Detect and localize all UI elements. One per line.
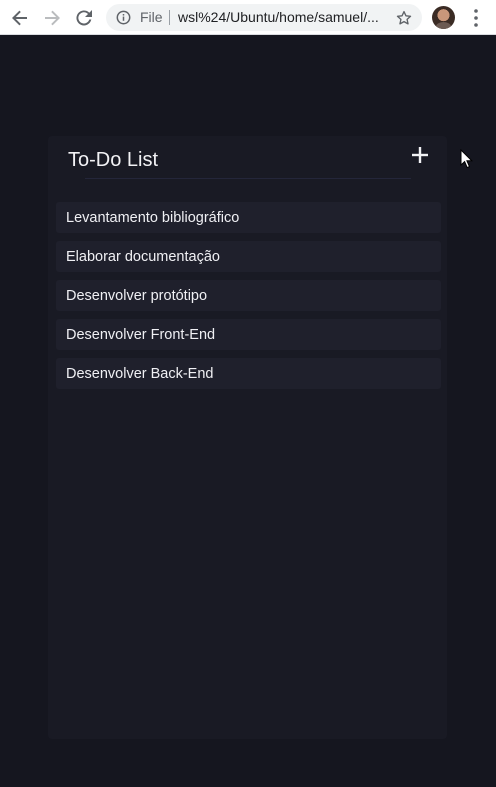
todo-panel: To-Do List Levantamento bibliográfico El…	[48, 136, 447, 739]
forward-button[interactable]	[40, 6, 64, 30]
profile-avatar[interactable]	[432, 6, 455, 29]
task-item[interactable]: Desenvolver Back-End	[56, 358, 441, 389]
url-text[interactable]: wsl%24/Ubuntu/home/samuel/...	[178, 9, 379, 26]
task-label: Elaborar documentação	[66, 248, 220, 265]
task-label: Desenvolver protótipo	[66, 287, 208, 304]
reload-button[interactable]	[72, 6, 96, 30]
task-label: Desenvolver Back-End	[66, 365, 214, 382]
address-separator	[169, 10, 170, 25]
task-item[interactable]: Desenvolver protótipo	[56, 280, 441, 311]
info-icon[interactable]	[116, 10, 131, 25]
star-icon[interactable]	[395, 9, 413, 27]
kebab-menu-icon[interactable]	[468, 7, 484, 29]
scheme-label: File	[140, 9, 163, 25]
page-viewport: To-Do List Levantamento bibliográfico El…	[0, 35, 496, 787]
title-divider	[85, 178, 411, 179]
task-item[interactable]: Levantamento bibliográfico	[56, 202, 441, 233]
task-list: Levantamento bibliográfico Elaborar docu…	[56, 202, 441, 397]
plus-icon[interactable]	[409, 144, 431, 166]
task-label: Desenvolver Front-End	[66, 326, 216, 343]
task-item[interactable]: Elaborar documentação	[56, 241, 441, 272]
arrow-left-icon	[12, 10, 27, 26]
back-button[interactable]	[8, 6, 32, 30]
mouse-cursor-icon	[460, 149, 473, 169]
address-bar[interactable]: File wsl%24/Ubuntu/home/samuel/...	[106, 4, 422, 31]
reload-icon	[76, 10, 92, 26]
arrow-right-icon	[45, 10, 60, 26]
task-label: Levantamento bibliográfico	[66, 209, 240, 226]
browser-toolbar: File wsl%24/Ubuntu/home/samuel/...	[0, 0, 496, 35]
page-title: To-Do List	[68, 149, 159, 171]
task-item[interactable]: Desenvolver Front-End	[56, 319, 441, 350]
